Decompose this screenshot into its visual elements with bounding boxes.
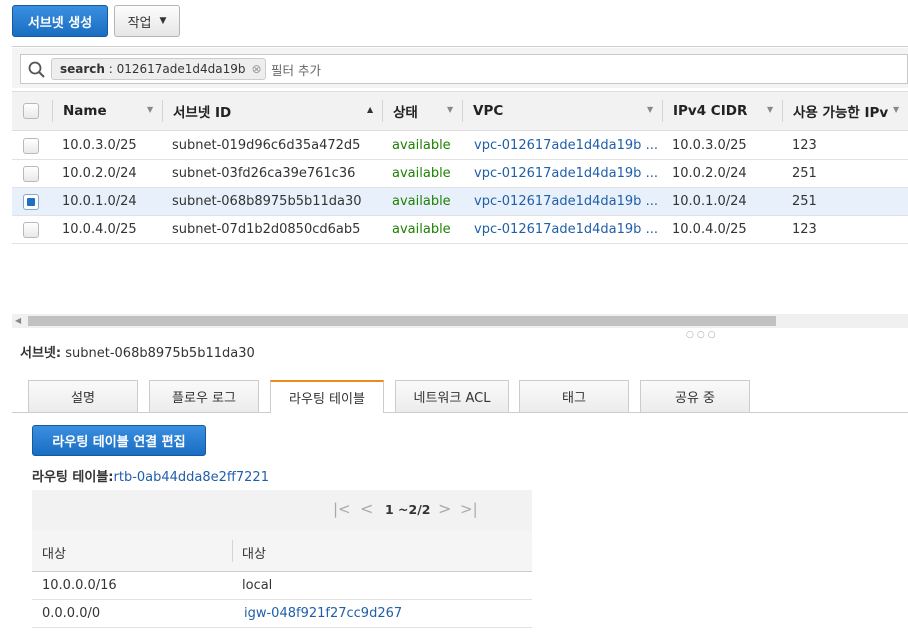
resize-handle-icon[interactable]: ○○○ <box>686 330 719 340</box>
cell-subnet-id: subnet-019d96c6d35a472d5 <box>172 138 361 153</box>
row-checkbox[interactable] <box>23 194 39 210</box>
filter-token-value: 012617ade1d4da19b <box>116 62 246 76</box>
route-table-link[interactable]: rtb-0ab44dda8e2ff7221 <box>114 470 269 485</box>
pagination-text: 1 ~2/2 <box>385 502 431 517</box>
cell-name: 10.0.2.0/24 <box>62 166 137 181</box>
cell-available-ips: 123 <box>792 138 817 153</box>
table-row[interactable]: 10.0.4.0/25 subnet-07d1b2d0850cd6ab5 avail… <box>12 216 908 244</box>
prev-page-icon[interactable]: < <box>360 499 373 518</box>
detail-label: 서브넷: <box>20 346 62 361</box>
chevron-down-icon: ▼ <box>159 16 167 26</box>
row-checkbox[interactable] <box>23 166 39 182</box>
cell-vpc[interactable]: vpc-012617ade1d4da19b ... <box>474 160 658 188</box>
cell-available-ips: 123 <box>792 222 817 237</box>
filter-token-key: search <box>60 62 105 76</box>
column-header-state[interactable]: 상태 <box>393 92 418 130</box>
search-icon <box>28 61 45 78</box>
tab-description[interactable]: 설명 <box>28 380 138 412</box>
detail-subnet-id: subnet-068b8975b5b11da30 <box>65 346 255 361</box>
cell-vpc[interactable]: vpc-012617ade1d4da19b ... <box>474 132 658 160</box>
column-header-ipv4-cidr[interactable]: IPv4 CIDR <box>673 92 747 130</box>
route-header-destination[interactable]: 대상 <box>42 543 66 562</box>
cell-state: available <box>392 222 451 237</box>
route-table-label: 라우팅 테이블: <box>32 470 114 485</box>
cell-vpc[interactable]: vpc-012617ade1d4da19b ... <box>474 216 658 244</box>
route-table-pagination-bar <box>32 490 532 531</box>
cell-state: available <box>392 194 451 209</box>
cell-vpc[interactable]: vpc-012617ade1d4da19b ... <box>474 188 658 216</box>
actions-label: 작업 <box>127 15 152 31</box>
cell-state: available <box>392 138 451 153</box>
tab-flow-logs[interactable]: 플로우 로그 <box>149 380 259 412</box>
sort-icon[interactable]: ▼ <box>447 105 453 114</box>
column-header-available-ips[interactable]: 사용 가능한 IPv <box>793 92 888 130</box>
column-header-name[interactable]: Name <box>63 92 107 130</box>
cell-cidr: 10.0.2.0/24 <box>672 166 747 181</box>
route-row: 10.0.0.0/16 local <box>32 572 532 600</box>
cell-cidr: 10.0.3.0/25 <box>672 138 747 153</box>
route-row: 0.0.0.0/0 igw-048f921f27cc9d267 <box>32 600 532 628</box>
column-header-subnet-id[interactable]: 서브넷 ID <box>173 92 231 130</box>
table-row[interactable]: 10.0.3.0/25 subnet-019d96c6d35a472d5 avail… <box>12 132 908 160</box>
cell-name: 10.0.4.0/25 <box>62 222 137 237</box>
edit-route-table-association-button[interactable]: 라우팅 테이블 연결 편집 <box>32 425 206 456</box>
cell-available-ips: 251 <box>792 194 817 209</box>
next-page-icon[interactable]: > <box>438 499 451 518</box>
last-page-icon[interactable]: >| <box>460 500 478 518</box>
filter-token[interactable]: search : 012617ade1d4da19b ⊗ <box>51 58 266 80</box>
create-subnet-button[interactable]: 서브넷 생성 <box>12 5 108 37</box>
sort-icon[interactable]: ▼ <box>147 105 153 114</box>
tab-network-acl[interactable]: 네트워크 ACL <box>395 380 509 412</box>
route-table-info: 라우팅 테이블:rtb-0ab44dda8e2ff7221 <box>32 466 269 485</box>
route-header-target[interactable]: 대상 <box>242 543 266 562</box>
tab-route-table[interactable]: 라우팅 테이블 <box>270 380 384 413</box>
tab-tags[interactable]: 태그 <box>519 380 629 412</box>
filter-token-separator: : <box>104 62 117 76</box>
detail-title: 서브넷: subnet-068b8975b5b11da30 <box>20 342 255 361</box>
horizontal-scrollbar[interactable]: ◀ <box>12 314 908 328</box>
cell-subnet-id: subnet-068b8975b5b11da30 <box>172 194 362 209</box>
tab-sharing[interactable]: 공유 중 <box>640 380 750 412</box>
cell-subnet-id: subnet-03fd26ca39e761c36 <box>172 166 356 181</box>
row-checkbox[interactable] <box>23 138 39 154</box>
actions-dropdown[interactable]: 작업 ▼ <box>114 5 180 37</box>
cell-available-ips: 251 <box>792 166 817 181</box>
column-header-vpc[interactable]: VPC <box>473 92 503 130</box>
scroll-left-icon[interactable]: ◀ <box>15 316 21 325</box>
cell-cidr: 10.0.1.0/24 <box>672 194 747 209</box>
sort-icon[interactable]: ▼ <box>647 105 653 114</box>
cell-cidr: 10.0.4.0/25 <box>672 222 747 237</box>
route-target[interactable]: igw-048f921f27cc9d267 <box>244 600 402 628</box>
route-destination: 10.0.0.0/16 <box>42 578 117 593</box>
route-destination: 0.0.0.0/0 <box>42 606 101 621</box>
route-table-header <box>32 530 532 572</box>
first-page-icon[interactable]: |< <box>333 500 351 518</box>
select-all-checkbox[interactable] <box>23 103 39 119</box>
cell-name: 10.0.3.0/25 <box>62 138 137 153</box>
table-row[interactable]: 10.0.2.0/24 subnet-03fd26ca39e761c36 avail… <box>12 160 908 188</box>
cell-state: available <box>392 166 451 181</box>
scrollbar-thumb[interactable] <box>28 316 776 326</box>
table-row[interactable]: 10.0.1.0/24 subnet-068b8975b5b11da30 avail… <box>12 188 908 216</box>
route-target: local <box>242 578 273 593</box>
cell-subnet-id: subnet-07d1b2d0850cd6ab5 <box>172 222 361 237</box>
sort-icon[interactable]: ▼ <box>893 105 899 114</box>
cell-name: 10.0.1.0/24 <box>62 194 137 209</box>
sort-icon[interactable]: ▼ <box>767 105 773 114</box>
sort-icon[interactable]: ▲ <box>367 105 373 114</box>
remove-filter-icon[interactable]: ⊗ <box>252 62 262 76</box>
add-filter-input[interactable]: 필터 추가 <box>271 60 321 79</box>
row-checkbox[interactable] <box>23 222 39 238</box>
